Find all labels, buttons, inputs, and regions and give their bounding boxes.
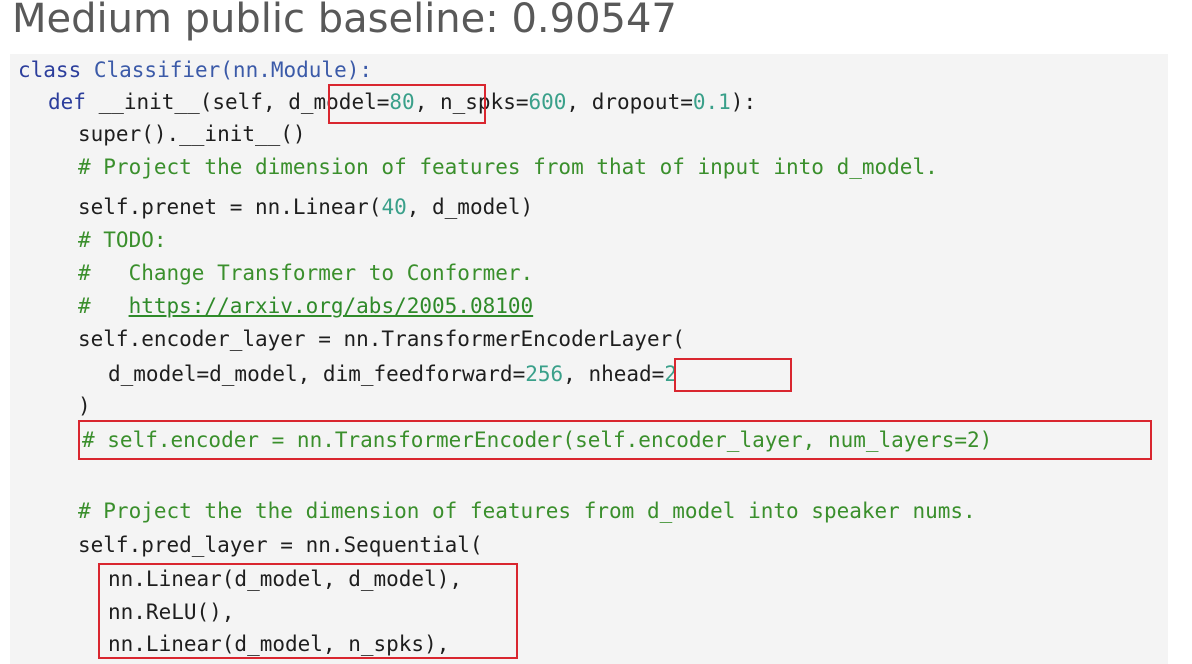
- code-line-close-paren: ): [78, 394, 91, 418]
- keyword-def: def: [48, 90, 99, 114]
- param-nhead: nhead=: [588, 362, 665, 386]
- dim-feedforward-value: 256: [525, 362, 564, 386]
- init-signature-start: __init__(self,: [98, 90, 289, 114]
- code-line-prenet: self.prenet = nn.Linear(40, d_model): [78, 195, 533, 219]
- code-line-class: class Classifier(nn.Module):: [18, 58, 372, 82]
- comment-arxiv-link: # https://arxiv.org/abs/2005.08100: [78, 294, 533, 318]
- param-dropout-value: 0.1: [692, 90, 731, 114]
- highlight-pred-layers: [98, 563, 518, 659]
- highlight-d-model: [328, 84, 486, 124]
- code-line-encoder-layer: self.encoder_layer = nn.TransformerEncod…: [78, 327, 685, 351]
- class-declaration: Classifier(nn.Module):: [93, 58, 373, 82]
- encoder-args-start: d_model=d_model, dim_feedforward=: [108, 362, 526, 386]
- comment-hash: #: [78, 294, 129, 318]
- comment-todo: # TODO:: [78, 228, 167, 252]
- init-signature-end: ):: [730, 90, 757, 114]
- highlight-encoder-line: [78, 420, 1152, 460]
- prenet-end: , d_model): [406, 195, 534, 219]
- code-line-encoder-args: d_model=d_model, dim_feedforward=256, nh…: [108, 362, 677, 386]
- param-dropout: , dropout=: [566, 90, 693, 114]
- slide-title: Medium public baseline: 0.90547: [12, 0, 677, 42]
- code-line-super-init: super().__init__(): [78, 122, 306, 146]
- comment-conformer: # Change Transformer to Conformer.: [78, 261, 534, 285]
- encoder-args-sep: ,: [563, 362, 589, 386]
- arxiv-link[interactable]: https://arxiv.org/abs/2005.08100: [129, 294, 534, 318]
- code-line-pred-layer: self.pred_layer = nn.Sequential(: [78, 533, 483, 557]
- highlight-nhead: [674, 358, 792, 392]
- param-n-spks-value: 600: [528, 90, 567, 114]
- keyword-class: class: [18, 58, 94, 82]
- comment-project-speakers: # Project the the dimension of features …: [78, 499, 976, 523]
- prenet-start: self.prenet = nn.Linear(: [78, 195, 382, 219]
- comment-project-input: # Project the dimension of features from…: [78, 155, 938, 179]
- prenet-input-dim: 40: [381, 195, 407, 219]
